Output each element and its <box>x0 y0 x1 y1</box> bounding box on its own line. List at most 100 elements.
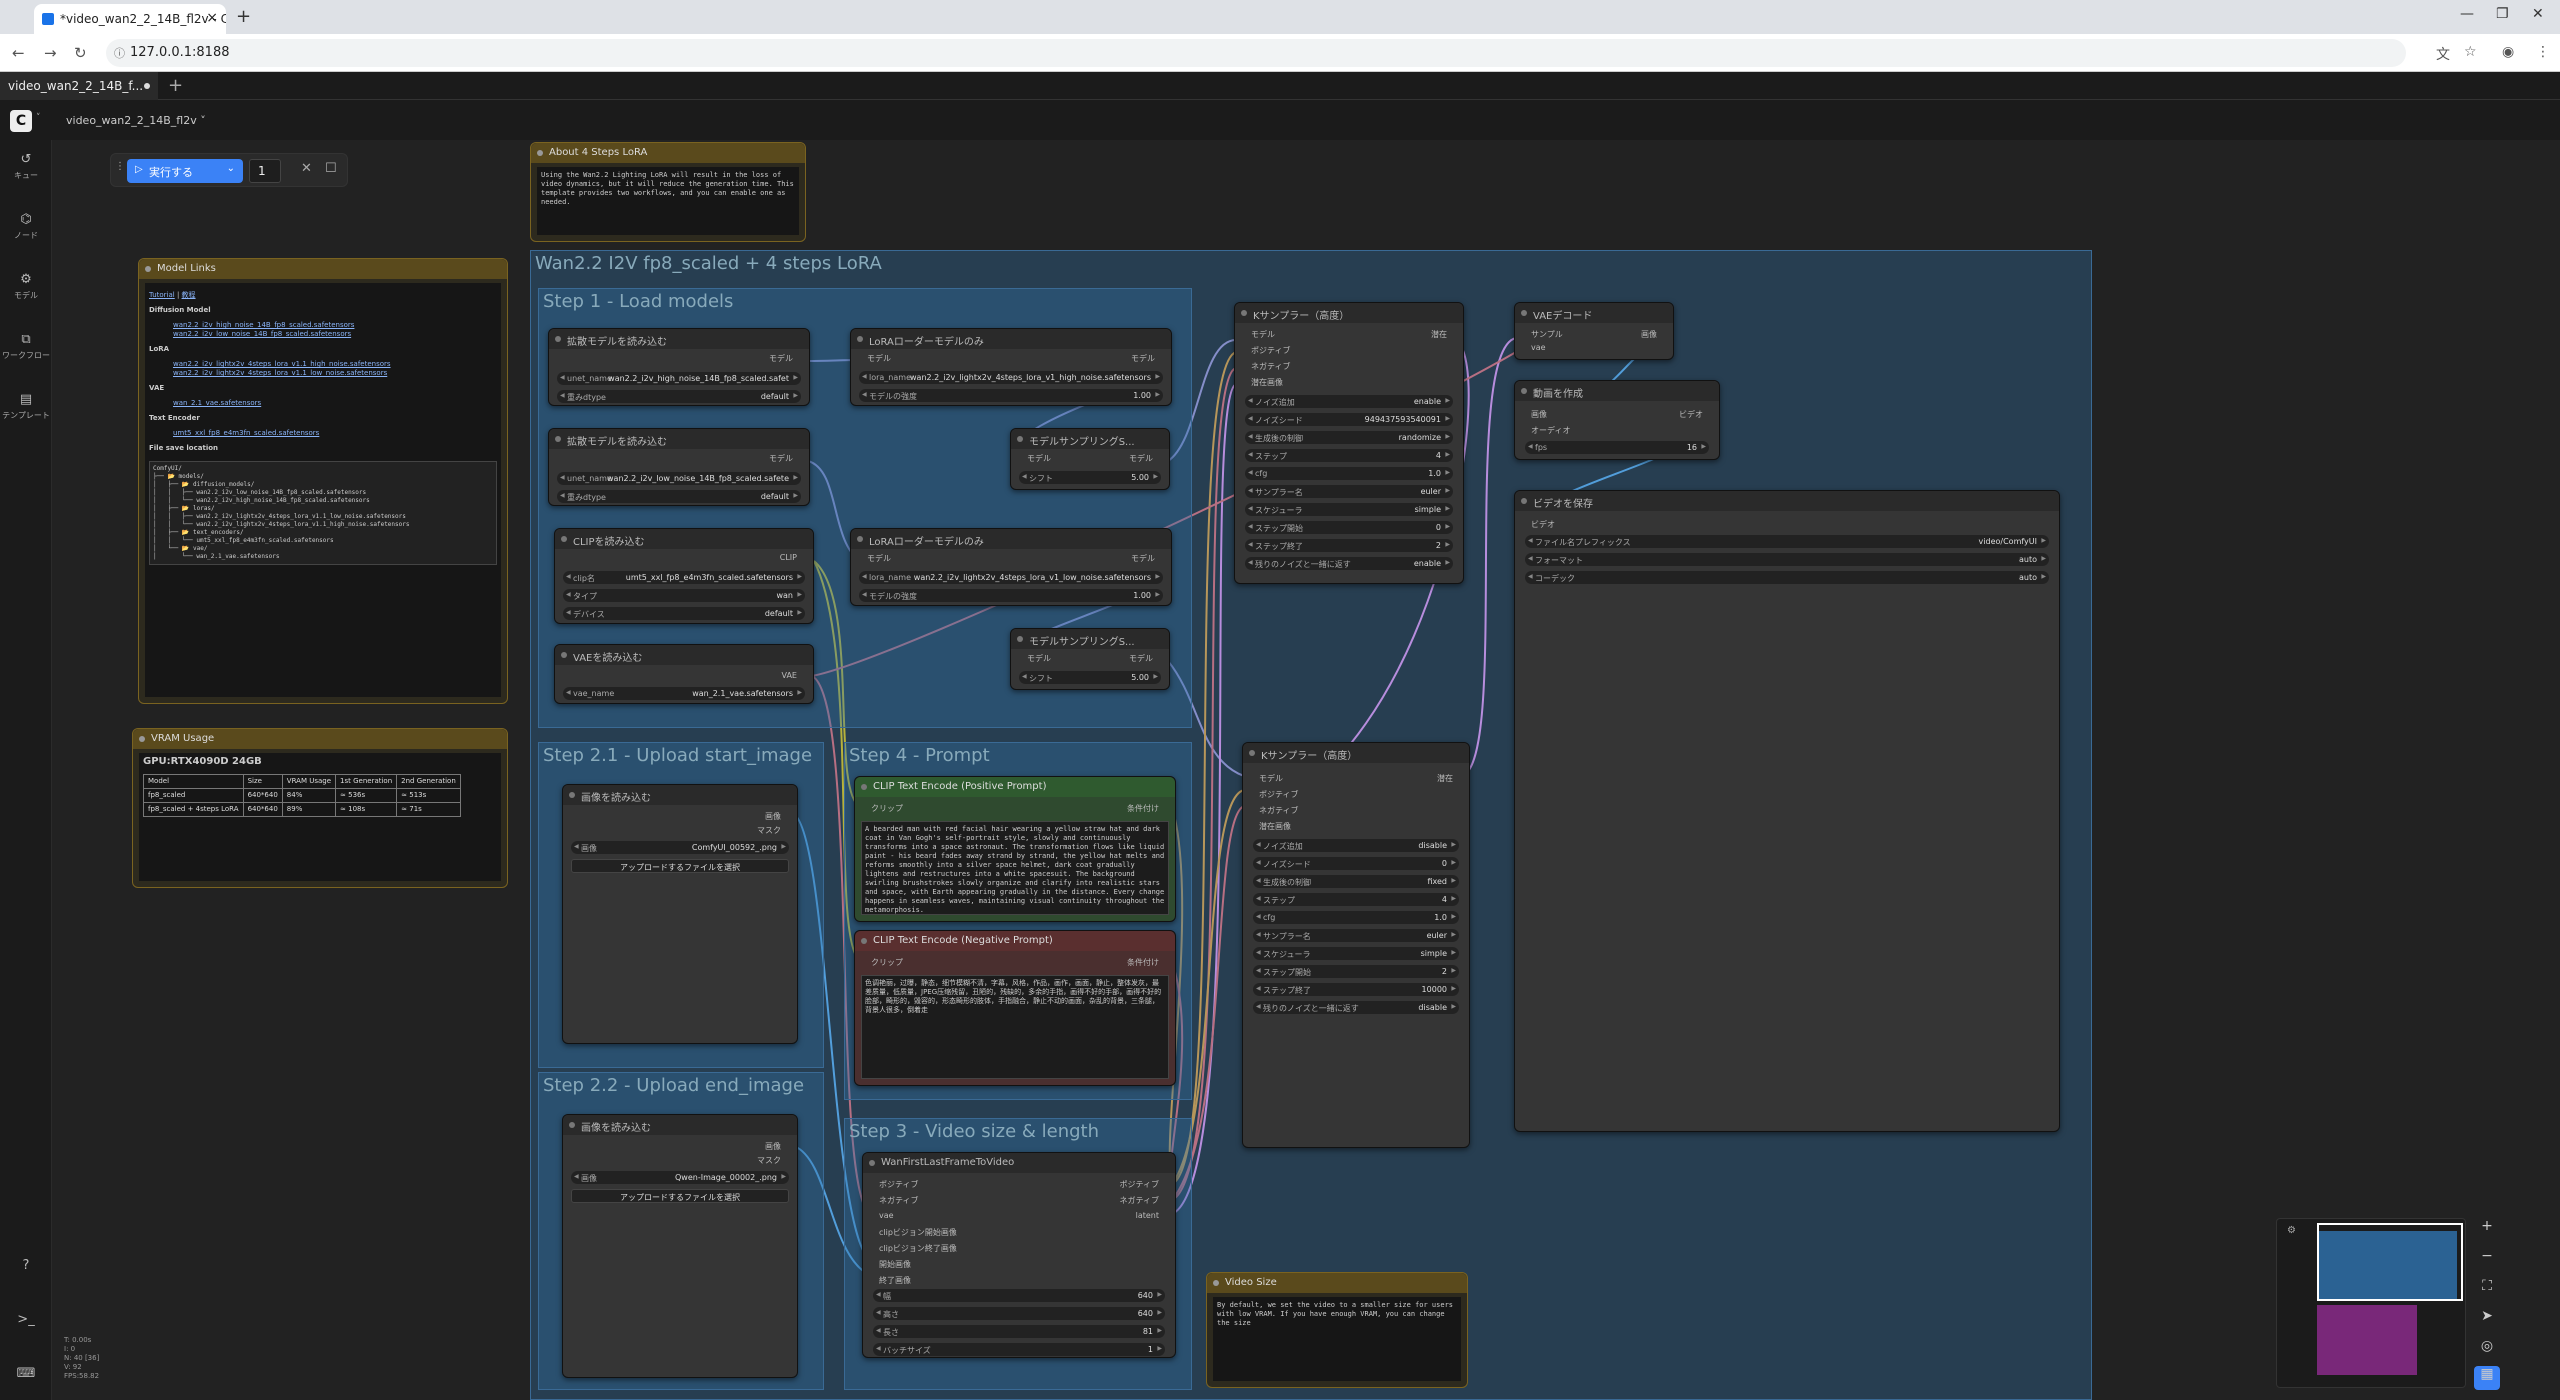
input-model[interactable]: モデル <box>1027 653 1051 664</box>
shift-widget[interactable]: シフト5.00 <box>1019 471 1161 484</box>
node-save-video[interactable]: ビデオを保存 ビデオ ファイル名プレフィックスvideo/ComfyUI フォー… <box>1514 490 2060 1132</box>
input-model[interactable]: モデル <box>867 553 891 564</box>
output-image[interactable]: 画像 <box>1641 329 1657 340</box>
noise-seed-widget[interactable]: ノイズシード0 <box>1253 857 1459 870</box>
output-latent[interactable]: 潜在 <box>1431 329 1447 340</box>
add-noise-widget[interactable]: ノイズ追加disable <box>1253 839 1459 852</box>
input-images[interactable]: 画像 <box>1531 409 1547 420</box>
lora-strength-widget[interactable]: モデルの強度1.00 <box>859 389 1163 402</box>
output-model[interactable]: モデル <box>769 453 793 464</box>
output-model[interactable]: モデル <box>1131 353 1155 364</box>
start-step-widget[interactable]: ステップ開始2 <box>1253 965 1459 978</box>
input-vae[interactable]: vae <box>1531 343 1546 352</box>
add-noise-widget[interactable]: ノイズ追加enable <box>1245 395 1453 408</box>
lora-name-widget[interactable]: lora_namewan2.2_i2v_lightx2v_4steps_lora… <box>859 371 1163 384</box>
weight-dtype-widget[interactable]: 重みdtypedefault <box>557 490 801 503</box>
input-model[interactable]: モデル <box>1027 453 1051 464</box>
node-negative-prompt[interactable]: CLIP Text Encode (Negative Prompt) クリップ … <box>854 930 1176 1086</box>
node-vae-loader[interactable]: VAEを読み込む VAE vae_namewan_2.1_vae.safeten… <box>554 644 814 704</box>
return-noise-widget[interactable]: 残りのノイズと一緒に返すenable <box>1245 557 1453 570</box>
output-mask[interactable]: マスク <box>757 825 781 836</box>
input-clip[interactable]: クリップ <box>871 957 903 968</box>
output-image[interactable]: 画像 <box>765 1141 781 1152</box>
model-link[interactable]: umt5_xxl_fp8_e4m3fn_scaled.safetensors <box>173 429 319 437</box>
cancel-icon[interactable]: ✕ <box>301 161 312 176</box>
noise-seed-widget[interactable]: ノイズシード949437593540091 <box>1245 413 1453 426</box>
output-mask[interactable]: マスク <box>757 1155 781 1166</box>
width-widget[interactable]: 幅640 <box>873 1289 1165 1302</box>
output-conditioning[interactable]: 条件付け <box>1127 957 1159 968</box>
node-ksampler-high[interactable]: Kサンプラー（高度） モデル ポジティブ ネガティブ 潜在画像 潜在 ノイズ追加… <box>1234 302 1464 584</box>
input-audio[interactable]: オーディオ <box>1531 425 1570 436</box>
note-about-lora[interactable]: About 4 Steps LoRA Using the Wan2.2 Ligh… <box>530 142 806 242</box>
unet-name-widget[interactable]: unet_namewan2.2_i2v_low_noise_14B_fp8_sc… <box>557 472 801 485</box>
zoom-in-icon[interactable]: + <box>2474 1218 2500 1234</box>
input-vae[interactable]: vae <box>879 1211 894 1220</box>
length-widget[interactable]: 長さ81 <box>873 1325 1165 1338</box>
input-positive[interactable]: ポジティブ <box>1251 345 1291 356</box>
model-link[interactable]: wan2.2_i2v_lightx2v_4steps_lora_v1.1_hig… <box>173 360 391 368</box>
upload-file-button[interactable]: アップロードするファイルを選択 <box>571 1189 789 1203</box>
input-end-image[interactable]: 終了画像 <box>879 1275 911 1286</box>
node-ksampler-low[interactable]: Kサンプラー（高度） モデル ポジティブ ネガティブ 潜在画像 潜在 ノイズ追加… <box>1242 742 1470 1148</box>
output-image[interactable]: 画像 <box>765 811 781 822</box>
input-video[interactable]: ビデオ <box>1531 519 1555 530</box>
steps-widget[interactable]: ステップ4 <box>1253 893 1459 906</box>
input-negative[interactable]: ネガティブ <box>879 1195 919 1206</box>
input-positive[interactable]: ポジティブ <box>879 1179 919 1190</box>
input-negative[interactable]: ネガティブ <box>1251 361 1291 372</box>
height-widget[interactable]: 高さ640 <box>873 1307 1165 1320</box>
sampler-name-widget[interactable]: サンプラー名euler <box>1253 929 1459 942</box>
run-button[interactable]: ▷ 実行する ⌄ <box>127 159 243 183</box>
node-load-end-image[interactable]: 画像を読み込む 画像 マスク 画像Qwen-Image_00002_.png ア… <box>562 1114 798 1378</box>
node-model-sampling-high[interactable]: モデルサンプリングS... モデル モデル シフト5.00 <box>1010 428 1170 490</box>
input-latent[interactable]: 潜在画像 <box>1251 377 1283 388</box>
input-clip-vision-end[interactable]: clipビジョン終了画像 <box>879 1243 957 1254</box>
note-vram-usage[interactable]: VRAM Usage GPU:RTX4090D 24GB Model Size VR… <box>132 728 508 888</box>
negative-prompt-textarea[interactable]: 色调艳丽，过曝，静态，细节模糊不清，字幕，风格，作品，画作，画面，静止，整体发灰… <box>861 975 1169 1079</box>
note-video-size[interactable]: Video Size By default, we set the video … <box>1206 1272 1468 1388</box>
minimap-settings-icon[interactable]: ⚙ <box>2287 1225 2296 1236</box>
node-load-start-image[interactable]: 画像を読み込む 画像 マスク 画像ComfyUI_00592_.png アップロ… <box>562 784 798 1044</box>
model-link[interactable]: wan2.2_i2v_high_noise_14B_fp8_scaled.saf… <box>173 321 354 329</box>
image-select-widget[interactable]: 画像ComfyUI_00592_.png <box>571 841 789 854</box>
fit-view-icon[interactable]: ⛶ <box>2474 1278 2500 1294</box>
output-model[interactable]: モデル <box>1131 553 1155 564</box>
control-after-generate-widget[interactable]: 生成後の制御fixed <box>1253 875 1459 888</box>
node-positive-prompt[interactable]: CLIP Text Encode (Positive Prompt) クリップ … <box>854 776 1176 922</box>
node-clip-loader[interactable]: CLIPを読み込む CLIP clip名umt5_xxl_fp8_e4m3fn_… <box>554 528 814 624</box>
shift-widget[interactable]: シフト5.00 <box>1019 671 1161 684</box>
node-lora-low[interactable]: LoRAローダーモデルのみ モデル モデル lora_namewan2.2_i2… <box>850 528 1172 606</box>
select-mode-icon[interactable]: ➤ <box>2474 1308 2500 1324</box>
node-unet-high[interactable]: 拡散モデルを読み込む モデル unet_namewan2.2_i2v_high_… <box>548 328 810 406</box>
steps-widget[interactable]: ステップ4 <box>1245 449 1453 462</box>
node-model-sampling-low[interactable]: モデルサンプリングS... モデル モデル シフト5.00 <box>1010 628 1170 690</box>
start-step-widget[interactable]: ステップ開始0 <box>1245 521 1453 534</box>
cfg-widget[interactable]: cfg1.0 <box>1245 467 1453 480</box>
lora-strength-widget[interactable]: モデルの強度1.00 <box>859 589 1163 602</box>
input-model[interactable]: モデル <box>1251 329 1275 340</box>
weight-dtype-widget[interactable]: 重みdtypedefault <box>557 390 801 403</box>
codec-widget[interactable]: コーデックauto <box>1525 571 2049 584</box>
input-start-image[interactable]: 開始画像 <box>879 1259 911 1270</box>
format-widget[interactable]: フォーマットauto <box>1525 553 2049 566</box>
input-clip-vision-start[interactable]: clipビジョン開始画像 <box>879 1227 957 1238</box>
stop-icon[interactable]: ☐ <box>325 161 337 176</box>
tutorial-link[interactable]: Tutorial <box>149 291 175 299</box>
input-negative[interactable]: ネガティブ <box>1259 805 1299 816</box>
output-vae[interactable]: VAE <box>782 671 798 680</box>
zoom-out-icon[interactable]: − <box>2474 1248 2500 1264</box>
image-select-widget[interactable]: 画像Qwen-Image_00002_.png <box>571 1171 789 1184</box>
output-latent[interactable]: 潜在 <box>1437 773 1453 784</box>
batch-size-widget[interactable]: バッチサイズ1 <box>873 1343 1165 1356</box>
fps-widget[interactable]: fps16 <box>1525 441 1709 454</box>
input-latent[interactable]: 潜在画像 <box>1259 821 1291 832</box>
chevron-down-icon[interactable]: ⌄ <box>227 163 235 174</box>
unet-name-widget[interactable]: unet_namewan2.2_i2v_high_noise_14B_fp8_s… <box>557 372 801 385</box>
node-create-video[interactable]: 動画を作成 画像 オーディオ ビデオ fps16 <box>1514 380 1720 460</box>
input-model[interactable]: モデル <box>1259 773 1283 784</box>
output-latent[interactable]: latent <box>1136 1211 1159 1220</box>
end-step-widget[interactable]: ステップ終了10000 <box>1253 983 1459 996</box>
upload-file-button[interactable]: アップロードするファイルを選択 <box>571 859 789 873</box>
node-unet-low[interactable]: 拡散モデルを読み込む モデル unet_namewan2.2_i2v_low_n… <box>548 428 810 506</box>
